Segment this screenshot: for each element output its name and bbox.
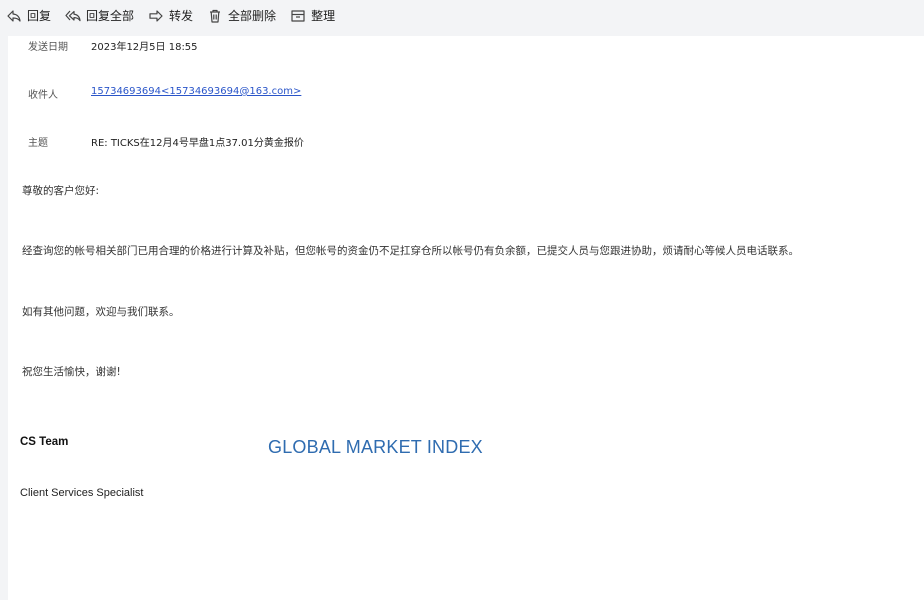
delete-all-label: 全部删除 [228, 9, 277, 23]
signature-role: Client Services Specialist [20, 487, 144, 499]
delete-all-button[interactable]: 全部删除 [201, 0, 284, 31]
trash-icon [210, 9, 221, 23]
reply-button[interactable]: 回复 [0, 0, 59, 31]
greeting-text: 尊敬的客户您好: [22, 185, 100, 197]
organize-button[interactable]: 整理 [284, 0, 343, 31]
organize-label: 整理 [311, 9, 336, 23]
recipient-link[interactable]: 15734693694<15734693694@163.com> [91, 86, 301, 97]
reply-all-button[interactable]: 回复全部 [59, 0, 142, 31]
subject-label: 主题 [28, 138, 48, 149]
forward-icon [149, 9, 163, 22]
reply-icon [7, 9, 21, 22]
reply-label: 回复 [27, 9, 52, 23]
body-paragraph-1: 经查询您的帐号相关部门已用合理的价格进行计算及补贴，但您帐号的资金仍不足扛穿仓所… [22, 245, 799, 257]
date-label: 发送日期 [28, 42, 68, 53]
subject-value: RE: TICKS在12月4号早盘1点37.01分黄金报价 [91, 138, 304, 149]
archive-icon [291, 9, 305, 22]
recipient-label: 收件人 [28, 90, 58, 101]
forward-button[interactable]: 转发 [142, 0, 201, 31]
message-body: 发送日期 2023年12月5日 18:55 收件人 15734693694<15… [8, 36, 924, 600]
email-view: 回复 回复全部 转发 全部删除 整理 发送日期 2023年12月5日 18:55… [0, 0, 924, 600]
reply-all-icon [65, 10, 81, 21]
body-paragraph-2: 如有其他问题，欢迎与我们联系。 [22, 306, 180, 318]
signature-team: CS Team [20, 436, 69, 448]
reply-all-label: 回复全部 [86, 9, 135, 23]
date-value: 2023年12月5日 18:55 [91, 42, 198, 53]
body-paragraph-3: 祝您生活愉快，谢谢! [22, 366, 121, 378]
toolbar: 回复 回复全部 转发 全部删除 整理 [0, 0, 924, 31]
forward-label: 转发 [169, 9, 194, 23]
signature-brand: GLOBAL MARKET INDEX [268, 437, 483, 457]
